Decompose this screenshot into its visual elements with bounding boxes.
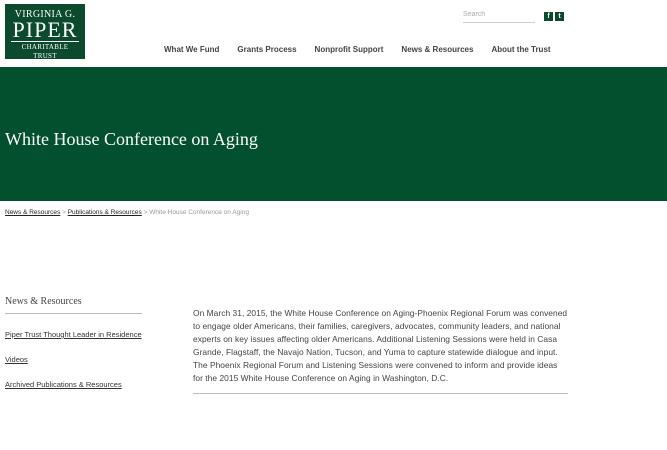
- sidebar-link-videos[interactable]: Videos: [5, 354, 142, 366]
- logo-line2: PIPER: [12, 17, 78, 42]
- main-nav: What We Fund Grants Process Nonprofit Su…: [164, 45, 569, 54]
- nav-about-the-trust[interactable]: About the Trust: [491, 45, 550, 54]
- breadcrumb-separator: >: [143, 209, 148, 216]
- breadcrumb-publications[interactable]: Publications & Resources: [68, 209, 142, 216]
- hero-banner: White House Conference on Aging: [0, 67, 667, 201]
- facebook-icon[interactable]: f: [544, 12, 553, 21]
- breadcrumb-separator: >: [62, 209, 66, 216]
- logo[interactable]: VIRGINIA G. PIPER CHARITABLE TRUST: [5, 4, 85, 61]
- page-title: White House Conference on Aging: [5, 129, 258, 149]
- nav-news-resources[interactable]: News & Resources: [401, 45, 473, 54]
- sidebar-link-thought-leader[interactable]: Piper Trust Thought Leader in Residence: [5, 329, 142, 341]
- nav-grants-process[interactable]: Grants Process: [237, 45, 296, 54]
- breadcrumb: News & Resources > Publications & Resour…: [5, 209, 249, 216]
- main-content: On March 31, 2015, the White House Confe…: [193, 307, 568, 394]
- logo-line3: CHARITABLE TRUST: [11, 41, 79, 61]
- twitter-icon[interactable]: t: [555, 12, 564, 21]
- nav-what-we-fund[interactable]: What We Fund: [164, 45, 219, 54]
- nav-nonprofit-support[interactable]: Nonprofit Support: [315, 45, 384, 54]
- body-paragraph: On March 31, 2015, the White House Confe…: [193, 308, 568, 383]
- content-divider: [193, 393, 568, 394]
- search-input[interactable]: [463, 7, 535, 23]
- sidebar-title: News & Resources: [5, 296, 142, 314]
- sidebar: News & Resources Piper Trust Thought Lea…: [5, 296, 142, 404]
- sidebar-link-archived-publications[interactable]: Archived Publications & Resources: [5, 379, 142, 391]
- breadcrumb-news-resources[interactable]: News & Resources: [5, 209, 60, 216]
- breadcrumb-current: White House Conference on Aging: [149, 209, 249, 216]
